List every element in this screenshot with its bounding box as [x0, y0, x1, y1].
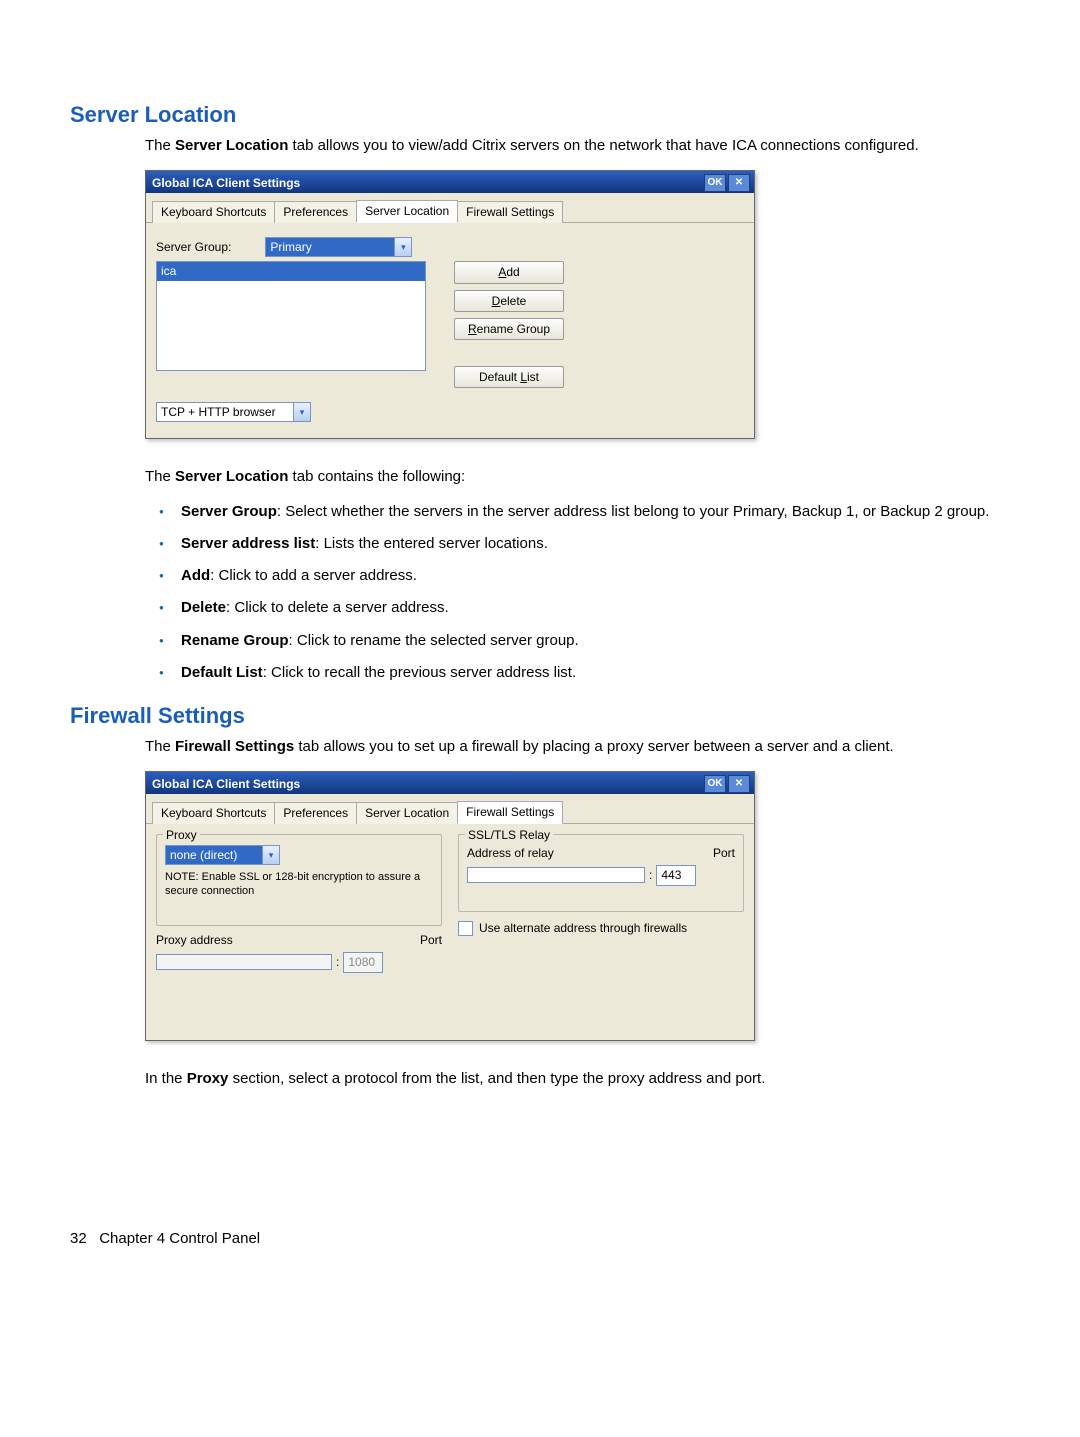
relay-port-input[interactable]: 443	[656, 865, 696, 885]
dialog-title: Global ICA Client Settings	[152, 776, 300, 792]
default-list-button[interactable]: Default List	[454, 366, 564, 388]
proxy-note: NOTE: Enable SSL or 128-bit encryption t…	[165, 871, 433, 897]
chevron-down-icon: ▾	[395, 237, 412, 257]
page-number: 32	[70, 1230, 87, 1247]
sl-list-intro: The Server Location tab contains the fol…	[145, 467, 1010, 487]
tab-preferences[interactable]: Preferences	[274, 201, 357, 223]
proxy-port-input[interactable]: 1080	[343, 952, 383, 972]
proxy-address-input[interactable]	[156, 954, 332, 970]
port-colon: :	[649, 867, 652, 883]
list-item: Delete: Click to delete a server address…	[145, 598, 1010, 618]
dialog-server-location: Global ICA Client Settings OK ✕ Keyboard…	[145, 170, 755, 439]
heading-server-location: Server Location	[70, 100, 1010, 130]
proxy-value: none (direct)	[165, 845, 263, 865]
chapter-label: Chapter 4 Control Panel	[99, 1230, 260, 1247]
tabstrip: Keyboard Shortcuts Preferences Server Lo…	[146, 794, 754, 824]
fw-closing: In the Proxy section, select a protocol …	[145, 1069, 1010, 1089]
list-item: Server address list: Lists the entered s…	[145, 534, 1010, 554]
ok-button[interactable]: OK	[704, 174, 726, 192]
dialog-firewall-settings: Global ICA Client Settings OK ✕ Keyboard…	[145, 771, 755, 1041]
rename-group-button[interactable]: Rename Group	[454, 318, 564, 340]
tab-firewall-settings[interactable]: Firewall Settings	[457, 801, 563, 824]
sl-bullet-list: Server Group: Select whether the servers…	[145, 502, 1010, 684]
chevron-down-icon: ▾	[263, 845, 280, 865]
proxy-port-label: Port	[420, 932, 442, 948]
tab-body-fw: Proxy none (direct) ▾ NOTE: Enable SSL o…	[146, 824, 754, 1040]
browser-value: TCP + HTTP browser	[156, 402, 294, 422]
proxy-fieldset: Proxy none (direct) ▾ NOTE: Enable SSL o…	[156, 834, 442, 926]
close-button[interactable]: ✕	[728, 775, 750, 793]
close-button[interactable]: ✕	[728, 174, 750, 192]
browser-dropdown[interactable]: TCP + HTTP browser ▾	[156, 402, 311, 422]
sl-intro: The Server Location tab allows you to vi…	[145, 136, 1010, 156]
delete-button[interactable]: Delete	[454, 290, 564, 312]
add-button[interactable]: Add	[454, 261, 564, 283]
alt-address-checkbox[interactable]	[458, 921, 473, 936]
txt: tab allows you to view/add Citrix server…	[288, 137, 918, 154]
ok-button[interactable]: OK	[704, 775, 726, 793]
relay-address-label: Address of relay	[467, 845, 554, 861]
txt: The	[145, 137, 175, 154]
heading-firewall-settings: Firewall Settings	[70, 701, 1010, 731]
proxy-address-label: Proxy address	[156, 932, 233, 948]
proxy-dropdown[interactable]: none (direct) ▾	[165, 845, 280, 865]
relay-fieldset: SSL/TLS Relay Address of relay Port : 44…	[458, 834, 744, 912]
tab-body-sl: Server Group: Primary ▾ ica Add Delete R…	[146, 223, 754, 438]
relay-legend: SSL/TLS Relay	[465, 827, 553, 843]
server-group-label: Server Group:	[156, 239, 231, 255]
titlebar: Global ICA Client Settings OK ✕	[146, 772, 754, 794]
server-group-value: Primary	[265, 237, 395, 257]
port-colon: :	[336, 954, 339, 970]
tab-keyboard-shortcuts[interactable]: Keyboard Shortcuts	[152, 201, 275, 223]
alt-address-label: Use alternate address through firewalls	[479, 920, 687, 936]
proxy-legend: Proxy	[163, 827, 200, 843]
list-item: Default List: Click to recall the previo…	[145, 663, 1010, 683]
list-item: Server Group: Select whether the servers…	[145, 502, 1010, 522]
page-footer: 32 Chapter 4 Control Panel	[70, 1229, 1010, 1249]
dialog-title: Global ICA Client Settings	[152, 175, 300, 191]
txt-bold: Server Location	[175, 137, 288, 154]
titlebar: Global ICA Client Settings OK ✕	[146, 171, 754, 193]
list-item: Add: Click to add a server address.	[145, 566, 1010, 586]
list-item: Rename Group: Click to rename the select…	[145, 631, 1010, 651]
server-group-dropdown[interactable]: Primary ▾	[265, 237, 412, 257]
tab-preferences[interactable]: Preferences	[274, 802, 357, 824]
tab-server-location[interactable]: Server Location	[356, 200, 458, 223]
tabstrip: Keyboard Shortcuts Preferences Server Lo…	[146, 193, 754, 223]
server-address-list[interactable]: ica	[156, 261, 426, 371]
list-item[interactable]: ica	[157, 262, 425, 280]
fw-intro: The Firewall Settings tab allows you to …	[145, 737, 1010, 757]
relay-address-input[interactable]	[467, 867, 645, 883]
tab-firewall-settings[interactable]: Firewall Settings	[457, 201, 563, 223]
chevron-down-icon: ▾	[294, 402, 311, 422]
tab-keyboard-shortcuts[interactable]: Keyboard Shortcuts	[152, 802, 275, 824]
tab-server-location[interactable]: Server Location	[356, 802, 458, 824]
relay-port-label: Port	[713, 845, 735, 861]
